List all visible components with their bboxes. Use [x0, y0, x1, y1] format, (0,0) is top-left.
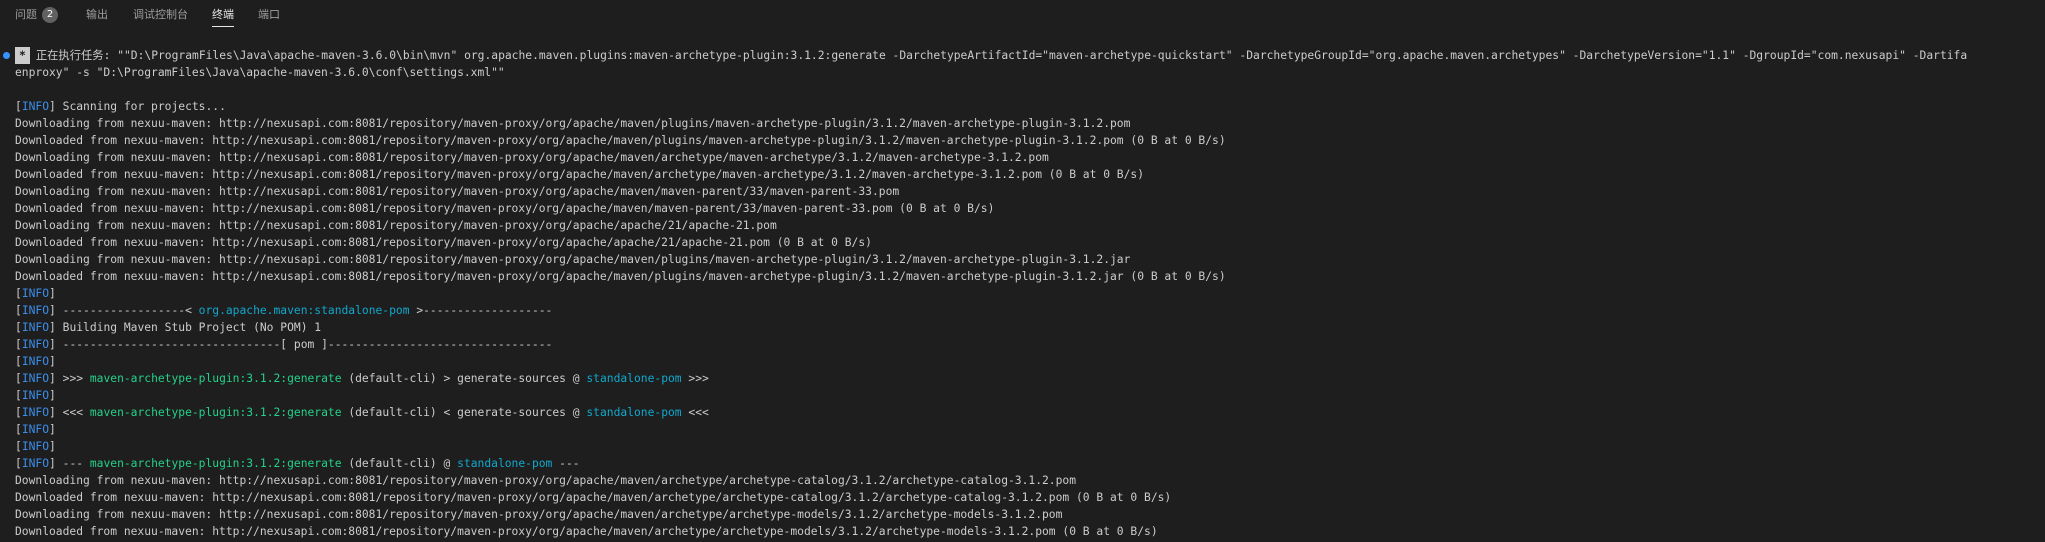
info-tag: INFO: [21, 287, 50, 300]
log-text: >>>: [681, 372, 709, 385]
log-text: (default-cli) < generate-sources @: [341, 406, 587, 419]
log-text: (default-cli) > generate-sources @: [341, 372, 587, 385]
plugin-goal: maven-archetype-plugin:3.1.2:generate: [89, 372, 342, 385]
log-line: Downloaded from nexuu-maven: http://nexu…: [15, 134, 1226, 147]
log-line: [INFO]: [15, 423, 56, 436]
tab-debug-console[interactable]: 调试控制台: [133, 7, 188, 27]
info-tag: INFO: [21, 406, 50, 419]
log-line: Downloaded from nexuu-maven: http://nexu…: [15, 202, 995, 215]
log-line: [INFO] >>> maven-archetype-plugin:3.1.2:…: [15, 372, 709, 385]
log-line: [INFO]: [15, 389, 56, 402]
info-tag: INFO: [21, 457, 50, 470]
log-line: Downloaded from nexuu-maven: http://nexu…: [15, 236, 872, 249]
info-tag: INFO: [21, 321, 50, 334]
info-tag: INFO: [21, 100, 50, 113]
info-tag: INFO: [21, 355, 50, 368]
task-command: 正在执行任务: ""D:\ProgramFiles\Java\apache-ma…: [35, 49, 1968, 62]
log-text: <<<: [55, 406, 90, 419]
log-line: Downloading from nexuu-maven: http://nex…: [15, 117, 1131, 130]
log-line: Downloaded from nexuu-maven: http://nexu…: [15, 491, 1172, 504]
tab-terminal-label: 终端: [212, 8, 234, 21]
log-line: Downloading from nexuu-maven: http://nex…: [15, 185, 900, 198]
tab-problems-label: 问题: [15, 8, 37, 21]
log-line: [INFO]: [15, 287, 56, 300]
log-text: >-------------------: [409, 304, 553, 317]
log-line: [INFO] --- maven-archetype-plugin:3.1.2:…: [15, 457, 580, 470]
log-line: Downloading from nexuu-maven: http://nex…: [15, 219, 777, 232]
log-text: ---: [55, 457, 90, 470]
log-line: [INFO] Scanning for projects...: [15, 100, 226, 113]
info-tag: INFO: [21, 372, 50, 385]
project-id: standalone-pom: [457, 457, 553, 470]
tab-terminal[interactable]: 终端: [212, 7, 234, 27]
panel-tab-bar: 问题 2 输出 调试控制台 终端 端口: [0, 0, 2045, 31]
log-line: [INFO]: [15, 440, 56, 453]
log-line: Downloaded from nexuu-maven: http://nexu…: [15, 270, 1226, 283]
log-text: ------------------<: [55, 304, 199, 317]
log-text: >>>: [55, 372, 90, 385]
tab-ports-label: 端口: [258, 8, 280, 21]
task-marker: *: [15, 47, 30, 64]
problems-count-badge: 2: [42, 7, 58, 23]
project-id: standalone-pom: [586, 406, 682, 419]
log-line: Downloading from nexuu-maven: http://nex…: [15, 508, 1063, 521]
log-line: Downloaded from nexuu-maven: http://nexu…: [15, 168, 1145, 181]
log-line: [INFO]: [15, 355, 56, 368]
tab-problems[interactable]: 问题 2: [15, 7, 58, 27]
tab-output-label: 输出: [86, 8, 108, 21]
log-line: [INFO] Building Maven Stub Project (No P…: [15, 321, 322, 334]
info-tag: INFO: [21, 304, 50, 317]
info-tag: INFO: [21, 423, 50, 436]
info-tag: INFO: [21, 389, 50, 402]
log-line: [INFO] <<< maven-archetype-plugin:3.1.2:…: [15, 406, 709, 419]
project-id: standalone-pom: [586, 372, 682, 385]
task-line-continued: enproxy" -s "D:\ProgramFiles\Java\apache…: [15, 66, 505, 79]
log-line: [INFO] --------------------------------[…: [15, 338, 553, 351]
tab-output[interactable]: 输出: [86, 7, 108, 27]
tab-debug-console-label: 调试控制台: [133, 8, 188, 21]
plugin-goal: maven-archetype-plugin:3.1.2:generate: [89, 457, 342, 470]
project-id: org.apache.maven:standalone-pom: [198, 304, 410, 317]
terminal-output[interactable]: * 正在执行任务: ""D:\ProgramFiles\Java\apache-m…: [0, 46, 2045, 542]
log-text: ---: [552, 457, 580, 470]
log-text: Scanning for projects...: [55, 100, 226, 113]
info-tag: INFO: [21, 440, 50, 453]
log-line: Downloading from nexuu-maven: http://nex…: [15, 474, 1077, 487]
plugin-goal: maven-archetype-plugin:3.1.2:generate: [89, 406, 342, 419]
log-text: <<<: [681, 406, 709, 419]
task-line: * 正在执行任务: ""D:\ProgramFiles\Java\apache-m…: [15, 47, 1967, 64]
tab-ports[interactable]: 端口: [258, 7, 280, 27]
log-line: Downloading from nexuu-maven: http://nex…: [15, 253, 1131, 266]
info-tag: INFO: [21, 338, 50, 351]
log-line: Downloaded from nexuu-maven: http://nexu…: [15, 525, 1158, 538]
task-status-dot: [3, 52, 10, 59]
log-text: --------------------------------[ pom ]-…: [55, 338, 553, 351]
log-line: Downloading from nexuu-maven: http://nex…: [15, 151, 1049, 164]
log-text: (default-cli) @: [341, 457, 458, 470]
log-line: [INFO] ------------------< org.apache.ma…: [15, 304, 553, 317]
log-text: Building Maven Stub Project (No POM) 1: [55, 321, 322, 334]
